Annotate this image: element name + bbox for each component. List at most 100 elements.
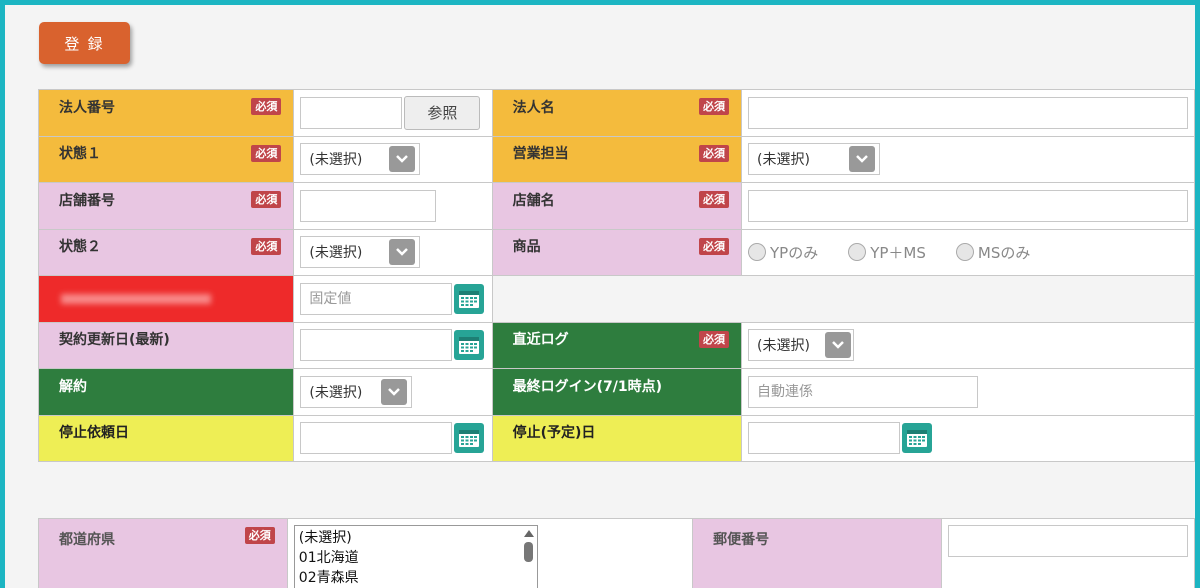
listbox-scrollbar[interactable] (523, 528, 535, 588)
row-renewal: 契約更新日(最新) 直近ログ 必須 (未選択) (37, 321, 1195, 369)
fixed-value-cell: 固定値 (293, 275, 493, 323)
renewal-cell (293, 321, 493, 369)
calendar-icon[interactable] (454, 330, 485, 361)
calendar-icon[interactable] (901, 423, 932, 454)
cancel-label: 解約 (59, 378, 87, 395)
chevron-down-icon (824, 332, 851, 359)
required-badge: 必須 (251, 144, 282, 162)
status2-value: (未選択) (309, 245, 363, 262)
store-name-cell (740, 182, 1195, 230)
store-number-cell (293, 182, 493, 230)
corp-name-input[interactable] (747, 96, 1188, 129)
prefecture-label-cell: 都道府県 必須 (38, 518, 288, 588)
product-option[interactable]: MSのみ (955, 242, 1031, 263)
chevron-down-icon (389, 239, 416, 266)
required-badge: 必須 (698, 144, 729, 162)
status2-label-cell: 状態２ 必須 (37, 228, 295, 276)
register-button[interactable]: 登 録 (39, 22, 130, 64)
status2-label: 状態２ (59, 239, 101, 256)
required-badge: 必須 (251, 237, 282, 255)
page-frame: 登 録 法人番号 必須 参照 法人名 必須 状態１ 必須 (未選択) 営業担当 … (5, 5, 1195, 588)
status1-label-cell: 状態１ 必須 (37, 135, 295, 183)
cancel-select[interactable]: (未選択) (300, 375, 413, 408)
stop-request-cell (293, 414, 493, 462)
chevron-down-icon (389, 146, 416, 173)
redacted-label-cell (37, 275, 295, 323)
sales-label: 営業担当 (512, 146, 569, 163)
store-name-input[interactable] (747, 189, 1188, 222)
product-label-cell: 商品 必須 (491, 228, 742, 276)
stop-planned-label: 停止(予定)日 (512, 425, 596, 442)
renewal-label: 契約更新日(最新) (59, 332, 170, 349)
radio-button[interactable] (848, 243, 867, 262)
chevron-down-icon (381, 378, 408, 405)
prefecture-cell: (未選択) 01北海道 02青森県 (286, 518, 694, 588)
scroll-up-icon[interactable] (523, 530, 534, 537)
row-address: 都道府県 必須 (未選択) 01北海道 02青森県 郵便番号 (38, 518, 1195, 588)
stop-planned-label-cell: 停止(予定)日 (491, 414, 742, 462)
required-badge: 必須 (698, 237, 729, 255)
empty-cell (491, 275, 1195, 323)
recent-log-cell: (未選択) (740, 321, 1195, 369)
corp-name-cell (740, 89, 1195, 137)
reference-button[interactable]: 参照 (404, 95, 481, 130)
prefecture-option[interactable]: 02青森県 (299, 568, 533, 588)
row-store: 店舗番号 必須 店舗名 必須 (37, 182, 1195, 230)
product-option[interactable]: YPのみ (747, 242, 818, 263)
calendar-icon[interactable] (454, 423, 485, 454)
corp-name-label-cell: 法人名 必須 (491, 89, 742, 137)
row-status2: 状態２ 必須 (未選択) 商品 必須 YPのみ YP＋MS MSのみ (37, 228, 1195, 276)
corp-number-input[interactable] (300, 96, 403, 129)
status1-value: (未選択) (309, 152, 363, 169)
product-option[interactable]: YP＋MS (848, 242, 926, 263)
status1-select[interactable]: (未選択) (300, 143, 421, 176)
recent-log-select[interactable]: (未選択) (747, 329, 854, 362)
status1-cell: (未選択) (293, 135, 493, 183)
prefecture-option[interactable]: 01北海道 (299, 548, 533, 568)
corp-number-label: 法人番号 (59, 99, 115, 116)
postal-cell (940, 518, 1195, 588)
product-option-label: YP＋MS (870, 243, 926, 262)
status2-select[interactable]: (未選択) (300, 236, 421, 269)
recent-log-value: (未選択) (756, 338, 810, 355)
address-table: 都道府県 必須 (未選択) 01北海道 02青森県 郵便番号 (38, 518, 1195, 588)
corp-name-label: 法人名 (512, 99, 555, 116)
row-status1: 状態１ 必須 (未選択) 営業担当 必須 (未選択) (37, 135, 1195, 183)
radio-button[interactable] (747, 243, 766, 262)
required-badge: 必須 (698, 98, 729, 115)
corp-number-label-cell: 法人番号 必須 (37, 89, 295, 137)
last-login-label: 最終ログイン(7/1時点) (512, 378, 663, 395)
fixed-value-input[interactable]: 固定値 (300, 282, 453, 315)
prefecture-label: 都道府県 (59, 532, 115, 548)
renewal-date-input[interactable] (300, 329, 453, 362)
radio-button[interactable] (955, 243, 974, 262)
postal-input[interactable] (947, 525, 1188, 557)
required-badge: 必須 (251, 191, 282, 208)
prefecture-option[interactable]: (未選択) (299, 528, 533, 548)
store-name-label: 店舗名 (512, 192, 555, 209)
recent-log-label: 直近ログ (512, 332, 569, 349)
stop-planned-date-input[interactable] (747, 422, 900, 455)
form-table: 法人番号 必須 参照 法人名 必須 状態１ 必須 (未選択) 営業担当 必須 (… (37, 89, 1195, 462)
store-number-input[interactable] (300, 189, 437, 222)
status1-label: 状態１ (59, 146, 101, 163)
required-badge: 必須 (251, 98, 282, 115)
last-login-cell: 自動連係 (740, 368, 1195, 416)
cancel-label-cell: 解約 (37, 368, 295, 416)
cancel-cell: (未選択) (293, 368, 493, 416)
row-cancel: 解約 (未選択) 最終ログイン(7/1時点) 自動連係 (37, 368, 1195, 416)
prefecture-listbox[interactable]: (未選択) 01北海道 02青森県 (293, 525, 538, 588)
store-number-label: 店舗番号 (59, 192, 115, 209)
stop-planned-cell (740, 414, 1195, 462)
scroll-thumb[interactable] (524, 542, 534, 562)
required-badge: 必須 (698, 330, 729, 348)
row-stop: 停止依頼日 停止(予定)日 (37, 414, 1195, 462)
stop-request-date-input[interactable] (300, 422, 453, 455)
store-name-label-cell: 店舗名 必須 (491, 182, 742, 230)
last-login-input[interactable]: 自動連係 (747, 375, 978, 408)
renewal-label-cell: 契約更新日(最新) (37, 321, 295, 369)
sales-select[interactable]: (未選択) (747, 143, 880, 176)
calendar-icon[interactable] (454, 283, 485, 314)
product-option-label: MSのみ (977, 243, 1031, 262)
sales-value: (未選択) (756, 152, 810, 169)
